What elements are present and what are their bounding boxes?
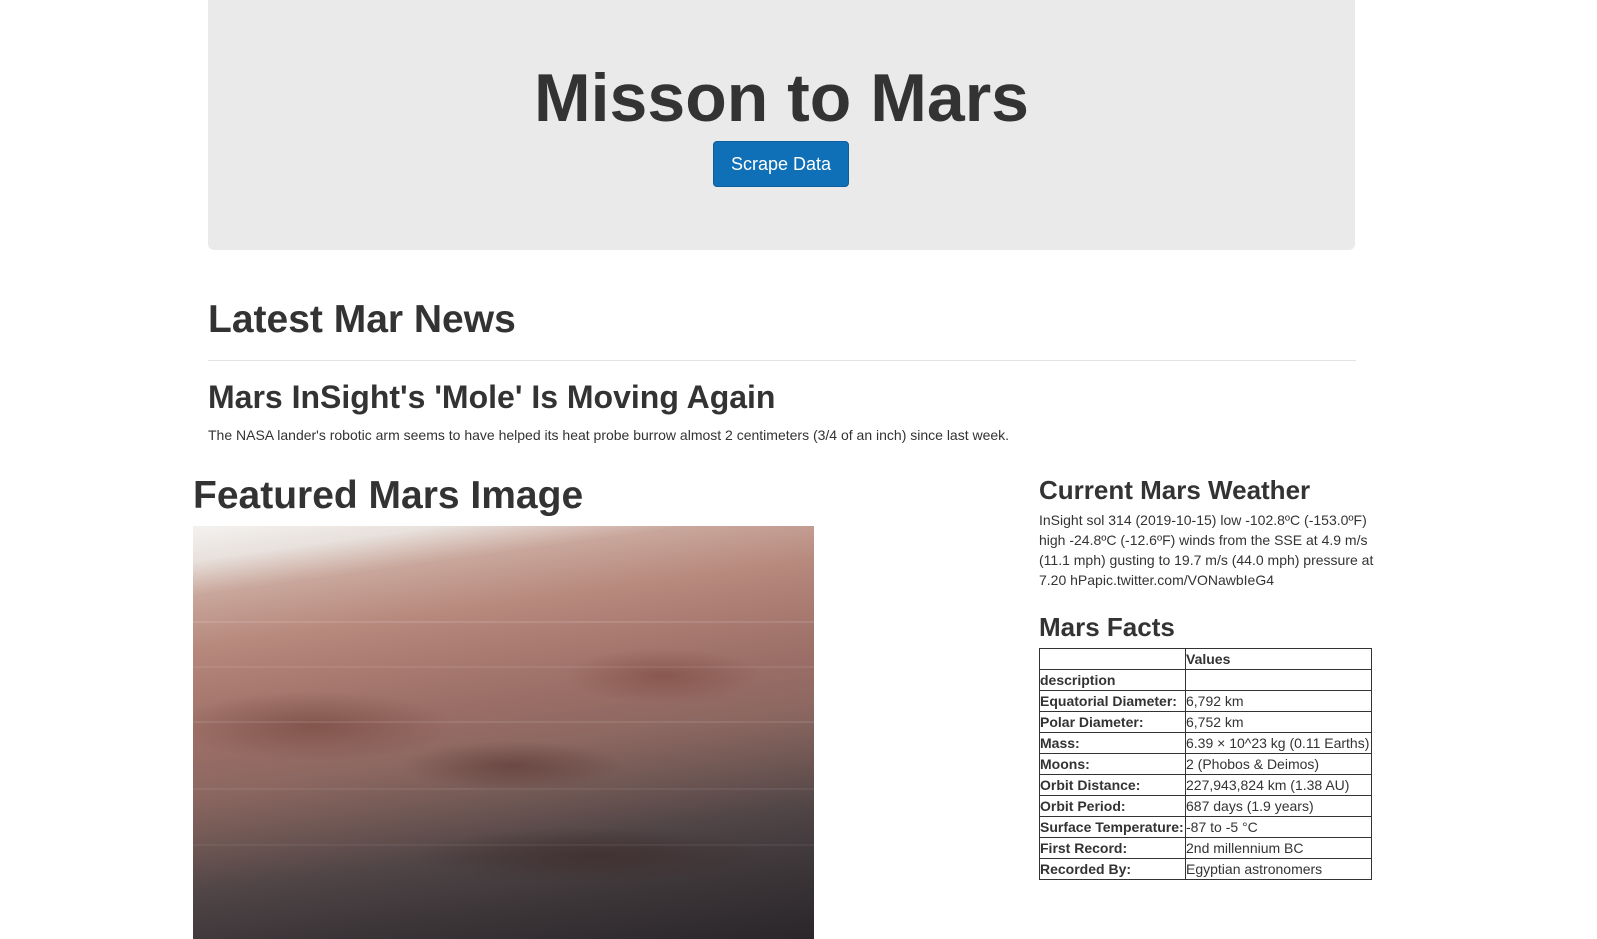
fact-value: 6.39 × 10^23 kg (0.11 Earths) (1185, 732, 1372, 754)
news-teaser: The NASA lander's robotic arm seems to h… (208, 427, 1010, 443)
fact-label: Equatorial Diameter: (1039, 690, 1186, 712)
featured-image-title: Featured Mars Image (193, 474, 584, 517)
table-row: First Record: 2nd millennium BC (1039, 837, 1372, 859)
fact-label: Recorded By: (1039, 858, 1186, 880)
facts-section-title: Mars Facts (1039, 612, 1175, 642)
table-index-label: description (1039, 669, 1186, 691)
featured-mars-image (193, 526, 814, 939)
table-row: Moons: 2 (Phobos & Deimos) (1039, 753, 1372, 775)
jumbotron-header: Misson to Mars Scrape Data (208, 0, 1355, 250)
fact-label: Surface Temperature: (1039, 816, 1186, 838)
weather-report: InSight sol 314 (2019-10-15) low -102.8º… (1039, 512, 1374, 588)
fact-label: Orbit Distance: (1039, 774, 1186, 796)
fact-label: Mass: (1039, 732, 1186, 754)
fact-value: 687 days (1.9 years) (1185, 795, 1372, 817)
news-section-title: Latest Mar News (208, 298, 516, 341)
section-divider (208, 360, 1356, 361)
table-row: Recorded By: Egyptian astronomers (1039, 858, 1372, 880)
fact-label: Polar Diameter: (1039, 711, 1186, 733)
weather-section-title: Current Mars Weather (1039, 475, 1311, 505)
fact-label: Moons: (1039, 753, 1186, 775)
scrape-data-button[interactable]: Scrape Data (713, 141, 849, 187)
fact-value: 2nd millennium BC (1185, 837, 1372, 859)
fact-value: -87 to -5 °C (1185, 816, 1372, 838)
fact-label: First Record: (1039, 837, 1186, 859)
fact-value: 2 (Phobos & Deimos) (1185, 753, 1372, 775)
table-row: Orbit Period: 687 days (1.9 years) (1039, 795, 1372, 817)
table-header-row: Values (1039, 648, 1372, 670)
table-index-row: description (1039, 669, 1372, 691)
fact-value: 227,943,824 km (1.38 AU) (1185, 774, 1372, 796)
news-headline: Mars InSight's 'Mole' Is Moving Again (208, 379, 776, 415)
mars-facts-table: Values description Equatorial Diameter: 6… (1039, 648, 1372, 880)
table-row: Surface Temperature: -87 to -5 °C (1039, 816, 1372, 838)
fact-value: 6,792 km (1185, 690, 1372, 712)
table-row: Polar Diameter: 6,752 km (1039, 711, 1372, 733)
fact-label: Orbit Period: (1039, 795, 1186, 817)
table-row: Mass: 6.39 × 10^23 kg (0.11 Earths) (1039, 732, 1372, 754)
table-header-values: Values (1185, 648, 1372, 670)
fact-value: 6,752 km (1185, 711, 1372, 733)
table-header-blank (1039, 648, 1186, 670)
table-row: Orbit Distance: 227,943,824 km (1.38 AU) (1039, 774, 1372, 796)
table-row: Equatorial Diameter: 6,792 km (1039, 690, 1372, 712)
fact-value: Egyptian astronomers (1185, 858, 1372, 880)
page-title: Misson to Mars (534, 60, 1029, 136)
table-index-blank (1185, 669, 1372, 691)
